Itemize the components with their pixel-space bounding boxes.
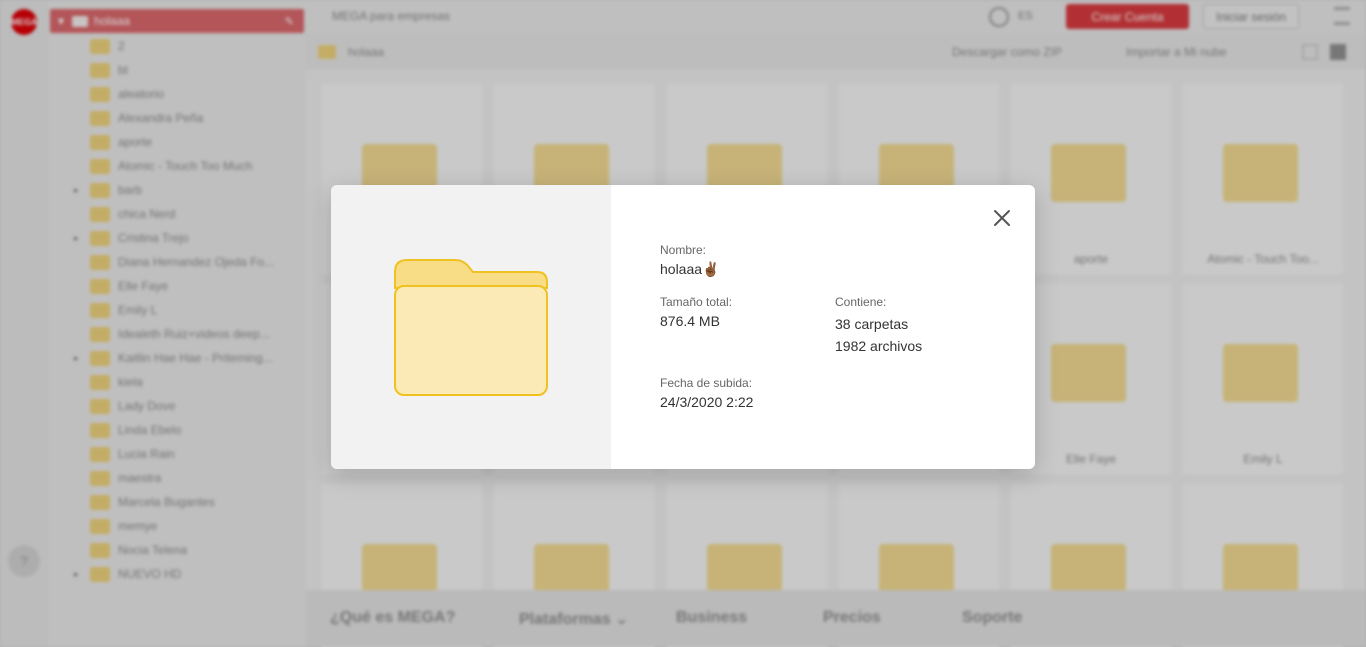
folder-info-dialog: Nombre: holaaa✌🏾 Tamaño total: 876.4 MB … (331, 185, 1035, 469)
folder-icon (394, 259, 548, 396)
size-value: 876.4 MB (660, 313, 720, 329)
folders-count: 38 carpetas (835, 316, 909, 332)
upload-date-value: 24/3/2020 2:22 (660, 394, 754, 410)
dialog-preview-pane (331, 185, 611, 469)
contains-label: Contiene: (835, 295, 887, 309)
upload-date-label: Fecha de subida: (660, 376, 753, 390)
name-label: Nombre: (660, 243, 707, 257)
size-label: Tamaño total: (660, 295, 733, 309)
victory-hand-emoji: ✌🏾 (702, 261, 720, 277)
close-icon[interactable] (991, 207, 1013, 229)
folder-name: holaaa (660, 261, 703, 277)
files-count: 1982 archivos (835, 338, 923, 354)
name-value: holaaa✌🏾 (660, 261, 719, 278)
